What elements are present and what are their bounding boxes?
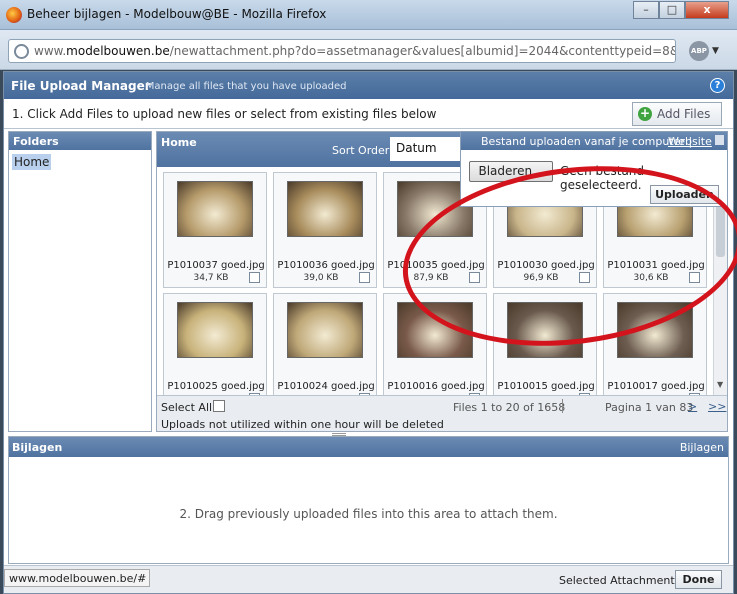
last-page-link[interactable]: >> bbox=[708, 400, 726, 413]
file-name: P1010015 goed.jpg bbox=[497, 381, 595, 392]
file-size: 39,0 KB bbox=[303, 273, 339, 283]
file-thumbnail-image bbox=[287, 302, 363, 358]
minimize-button[interactable]: – bbox=[633, 1, 659, 19]
globe-icon bbox=[14, 44, 29, 59]
upload-popup-header: Bestand uploaden vanaf je computer | Web… bbox=[461, 132, 727, 150]
attachments-header: Bijlagen Bijlagen bbox=[9, 437, 728, 457]
file-name: P1010016 goed.jpg bbox=[387, 381, 485, 392]
current-folder-title: Home bbox=[161, 136, 197, 149]
upload-expiry-note: Uploads not utilized within one hour wil… bbox=[161, 418, 444, 431]
website-link[interactable]: Website bbox=[668, 135, 712, 148]
file-thumb[interactable]: P1010024 goed.jpg bbox=[273, 293, 377, 395]
window-title: Beheer bijlagen - Modelbouw@BE - Mozilla… bbox=[27, 7, 327, 21]
file-thumbnail-image bbox=[177, 302, 253, 358]
file-name: P1010037 goed.jpg bbox=[167, 260, 265, 271]
select-all-label: Select All bbox=[161, 401, 213, 414]
file-thumb[interactable]: P1010025 goed.jpg bbox=[163, 293, 267, 395]
file-name: P1010025 goed.jpg bbox=[167, 381, 265, 392]
attachments-title-right: Bijlagen bbox=[679, 441, 724, 454]
file-thumb[interactable]: P1010036 goed.jpg 39,0 KB bbox=[273, 172, 377, 288]
browse-button[interactable]: Bladeren... bbox=[469, 161, 553, 182]
close-button[interactable]: x bbox=[685, 1, 729, 19]
file-upload-manager-dialog: File Upload Manager - Manage all files t… bbox=[3, 71, 737, 594]
dialog-header: File Upload Manager - Manage all files t… bbox=[4, 72, 733, 99]
window-controls: – □ x bbox=[633, 1, 729, 19]
file-thumbnail-image bbox=[397, 302, 473, 358]
url-bar[interactable]: www.modelbouwen.be/newattachment.php?do=… bbox=[8, 39, 676, 63]
title-bar: Beheer bijlagen - Modelbouw@BE - Mozilla… bbox=[0, 0, 737, 30]
file-checkbox[interactable] bbox=[359, 272, 370, 283]
folders-panel: Folders Home bbox=[8, 131, 152, 432]
file-thumbnail-image bbox=[507, 302, 583, 358]
next-page-link[interactable]: > bbox=[688, 400, 697, 413]
status-bar: www.modelbouwen.be/# bbox=[4, 569, 150, 587]
url-text: www.modelbouwen.be/newattachment.php?do=… bbox=[34, 44, 675, 58]
attachments-title: Bijlagen bbox=[12, 441, 63, 454]
attachments-drop-zone-text: 2. Drag previously uploaded files into t… bbox=[179, 507, 558, 521]
firefox-icon bbox=[6, 7, 22, 23]
dialog-title: File Upload Manager bbox=[11, 79, 151, 93]
instruction-bar: 1. Click Add Files to upload new files o… bbox=[4, 99, 733, 129]
file-size: 96,9 KB bbox=[523, 273, 559, 283]
file-thumbnail-image bbox=[177, 181, 253, 237]
file-name: P1010035 goed.jpg bbox=[387, 260, 485, 271]
navigation-toolbar: www.modelbouwen.be/newattachment.php?do=… bbox=[0, 30, 737, 70]
file-size: 34,7 KB bbox=[193, 273, 229, 283]
add-files-label: Add Files bbox=[657, 107, 711, 121]
maximize-button[interactable]: □ bbox=[659, 1, 685, 19]
add-files-button[interactable]: + Add Files bbox=[632, 102, 722, 126]
help-icon[interactable]: ? bbox=[710, 78, 725, 93]
file-size: 30,6 KB bbox=[633, 273, 669, 283]
selected-attachments-label: Selected Attachments: bbox=[559, 574, 685, 587]
file-name: P1010024 goed.jpg bbox=[277, 381, 375, 392]
chevron-down-icon[interactable]: ▼ bbox=[712, 46, 719, 56]
file-thumbnail-image bbox=[287, 181, 363, 237]
upload-popup: Bestand uploaden vanaf je computer | Web… bbox=[460, 131, 728, 207]
dialog-subtitle: - Manage all files that you have uploade… bbox=[139, 81, 347, 92]
upload-button[interactable]: Uploaden bbox=[650, 185, 719, 204]
file-thumb[interactable]: P1010037 goed.jpg 34,7 KB bbox=[163, 172, 267, 288]
file-checkbox[interactable] bbox=[469, 272, 480, 283]
file-name: P1010036 goed.jpg bbox=[277, 260, 375, 271]
step1-instruction: 1. Click Add Files to upload new files o… bbox=[12, 107, 437, 121]
folders-header: Folders bbox=[9, 132, 151, 150]
add-icon: + bbox=[638, 106, 652, 121]
sort-order-select[interactable]: Datum bbox=[390, 137, 460, 161]
done-button[interactable]: Done bbox=[675, 570, 722, 589]
file-checkbox[interactable] bbox=[689, 272, 700, 283]
adblock-icon[interactable]: ABP bbox=[689, 41, 709, 61]
page-indicator: Pagina 1 van 83 bbox=[605, 401, 694, 414]
divider bbox=[562, 399, 563, 413]
scroll-down-icon[interactable]: ▼ bbox=[717, 380, 723, 389]
attachments-panel: Bijlagen Bijlagen 2. Drag previously upl… bbox=[8, 436, 729, 564]
file-size: 87,9 KB bbox=[413, 273, 449, 283]
file-checkbox[interactable] bbox=[579, 272, 590, 283]
file-name: P1010017 goed.jpg bbox=[607, 381, 705, 392]
select-all-checkbox[interactable] bbox=[213, 400, 225, 412]
files-footer: Select All Files 1 to 20 of 1658 Pagina … bbox=[157, 395, 727, 431]
file-name: P1010030 goed.jpg bbox=[497, 260, 595, 271]
file-checkbox[interactable] bbox=[249, 272, 260, 283]
file-thumb[interactable]: P1010016 goed.jpg bbox=[383, 293, 487, 395]
folder-item-home[interactable]: Home bbox=[12, 154, 52, 170]
upload-popup-title: Bestand uploaden vanaf je computer | bbox=[481, 135, 693, 148]
close-icon[interactable] bbox=[715, 135, 724, 145]
sort-order-label: Sort Order: bbox=[332, 144, 393, 157]
file-count: Files 1 to 20 of 1658 bbox=[453, 401, 566, 414]
file-thumb[interactable]: P1010015 goed.jpg bbox=[493, 293, 597, 395]
file-name: P1010031 goed.jpg bbox=[607, 260, 705, 271]
file-thumb[interactable]: P1010017 goed.jpg bbox=[603, 293, 707, 395]
file-thumbnail-image bbox=[617, 302, 693, 358]
